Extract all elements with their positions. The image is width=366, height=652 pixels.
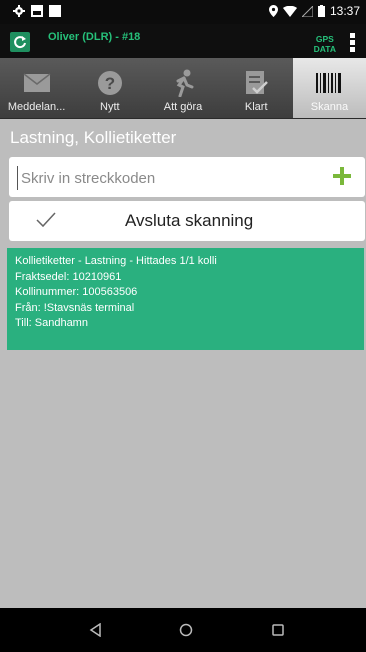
status-time: 13:37 bbox=[329, 4, 360, 18]
overflow-menu-icon[interactable] bbox=[350, 33, 356, 54]
tab-label: Klart bbox=[244, 101, 268, 113]
finish-scanning-label: Avsluta skanning bbox=[125, 211, 254, 230]
tab-done[interactable]: Klart bbox=[220, 58, 293, 118]
signal-icon bbox=[301, 5, 313, 17]
tab-scan[interactable]: Skanna bbox=[292, 58, 366, 118]
notification-status-icon bbox=[49, 5, 61, 17]
app-bar: Oliver (DLR) - #18 GPS DATA bbox=[0, 24, 366, 58]
checkmark-icon bbox=[36, 212, 56, 228]
scan-result-line: Kollinummer: 100563506 bbox=[15, 286, 138, 298]
plus-icon bbox=[333, 167, 351, 185]
app-title: Oliver (DLR) - #18 bbox=[48, 31, 141, 43]
tab-new[interactable]: ? Nytt bbox=[73, 58, 146, 118]
barcode-icon bbox=[313, 69, 345, 97]
barcode-input-card bbox=[9, 157, 365, 197]
tab-label: Skanna bbox=[310, 101, 349, 113]
recents-square-icon bbox=[272, 624, 284, 636]
back-nav-button[interactable] bbox=[86, 620, 106, 640]
navigation-bar bbox=[0, 608, 366, 652]
tab-label: Att göra bbox=[163, 101, 203, 113]
home-circle-icon bbox=[179, 623, 193, 637]
barcode-input[interactable] bbox=[17, 166, 323, 190]
wifi-icon bbox=[282, 5, 297, 17]
question-icon: ? bbox=[94, 69, 126, 97]
checklist-icon bbox=[240, 69, 272, 97]
tab-messages[interactable]: Meddelan... bbox=[0, 58, 73, 118]
tab-label: Nytt bbox=[100, 101, 120, 113]
scan-result-line: Kollietiketter - Lastning - Hittades 1/1… bbox=[15, 255, 217, 267]
scan-result-box: Kollietiketter - Lastning - Hittades 1/1… bbox=[7, 248, 364, 350]
envelope-icon bbox=[21, 69, 53, 97]
recents-nav-button[interactable] bbox=[268, 620, 288, 640]
walker-icon bbox=[167, 69, 199, 97]
tab-todo[interactable]: Att göra bbox=[146, 58, 219, 118]
back-triangle-icon bbox=[89, 623, 101, 637]
finish-scanning-button[interactable]: Avsluta skanning bbox=[9, 201, 365, 241]
home-nav-button[interactable] bbox=[176, 620, 196, 640]
add-barcode-button[interactable] bbox=[327, 161, 357, 191]
location-icon bbox=[268, 5, 278, 17]
svg-text:?: ? bbox=[105, 74, 115, 93]
tab-bar: Meddelan... ? Nytt Att göra Klart Skanna bbox=[0, 58, 366, 119]
battery-icon bbox=[317, 5, 325, 17]
scan-result-line: Från: !Stavsnäs terminal bbox=[15, 301, 135, 314]
settings-status-icon bbox=[13, 5, 25, 17]
status-bar: 13:37 bbox=[0, 0, 366, 24]
gps-data-indicator: GPS DATA bbox=[313, 34, 336, 54]
tab-label: Meddelan... bbox=[7, 101, 66, 113]
page-title: Lastning, Kollietiketter bbox=[10, 128, 177, 147]
scan-result-line: Fraktsedel: 10210961 bbox=[15, 270, 122, 283]
image-status-icon bbox=[31, 5, 43, 17]
scan-result-line: Till: Sandhamn bbox=[15, 317, 88, 329]
refresh-icon[interactable] bbox=[10, 32, 30, 52]
